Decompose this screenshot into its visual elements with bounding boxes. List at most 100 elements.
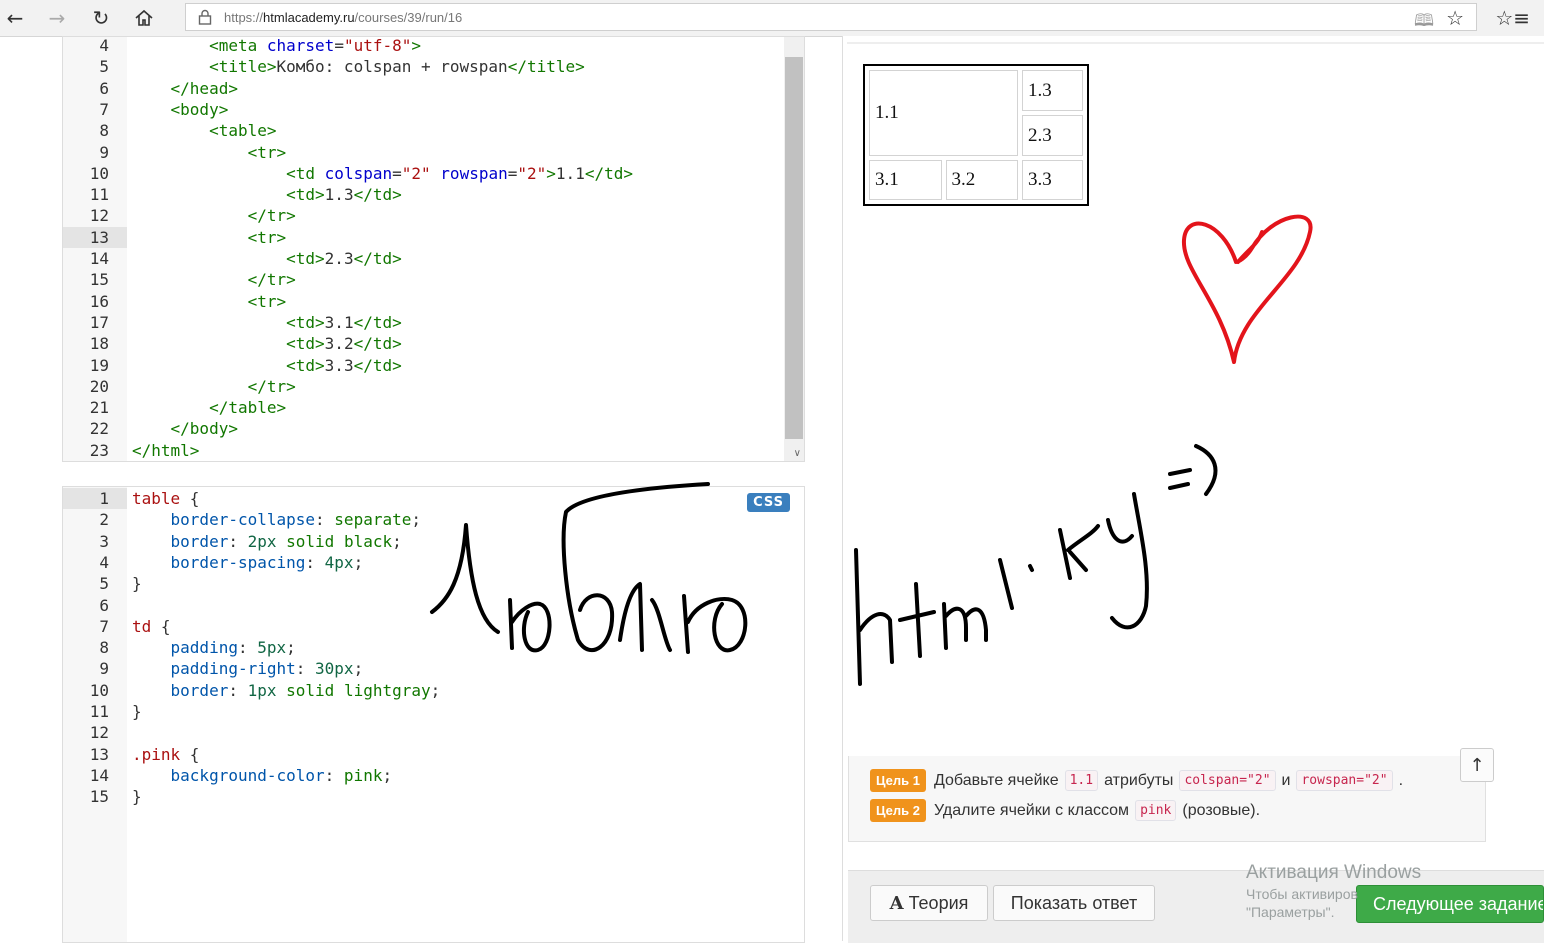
code-line[interactable]: 9 <tr> [63, 142, 804, 163]
scroll-up-button[interactable]: ↑ [1460, 748, 1494, 782]
code-text: <td>2.3</td> [286, 249, 402, 268]
code-line[interactable]: 12 [63, 722, 804, 743]
code-line[interactable]: 21 </table> [63, 397, 804, 418]
back-icon[interactable]: ← [2, 5, 28, 31]
code-line[interactable]: 6 </head> [63, 78, 804, 99]
code-text: } [132, 702, 142, 721]
code-line[interactable]: 3 border: 2px solid black; [63, 531, 804, 552]
code-line[interactable]: 16 <tr> [63, 291, 804, 312]
code-line[interactable]: 13 .pink { [63, 744, 804, 765]
code-text: border-spacing: 4px; [170, 552, 364, 572]
code-line[interactable]: 4 <meta charset="utf-8"> [63, 37, 804, 56]
code-text: <tr> [247, 291, 287, 311]
code-line[interactable]: 20 </tr> [63, 376, 804, 397]
code-line[interactable]: 7 <body> [63, 99, 804, 120]
line-number: 1 [99, 489, 109, 508]
line-number: 16 [89, 291, 109, 311]
code-line[interactable]: 10 border: 1px solid lightgray; [63, 680, 804, 701]
code-line[interactable]: 5 <title>Комбо: colspan + rowspan</title… [63, 56, 804, 77]
code-line[interactable]: 6 [63, 595, 804, 616]
line-number: 13 [89, 744, 109, 764]
favorites-hub-icon[interactable]: ☆≡ [1495, 6, 1530, 30]
line-number: 10 [89, 163, 109, 183]
code-line[interactable]: 14 <td>2.3</td> [63, 248, 804, 269]
code-text: <body> [170, 99, 229, 119]
arrow-up-icon: ↑ [1469, 754, 1485, 776]
line-number: 23 [89, 440, 109, 460]
line-number: 14 [89, 249, 109, 268]
address-bar[interactable]: https://htmlacademy.ru/courses/39/run/16… [185, 3, 1477, 31]
code-line[interactable]: 13 <tr> [63, 226, 804, 248]
code-line[interactable]: 23 </html> [63, 440, 804, 461]
code-line[interactable]: 10 <td colspan="2" rowspan="2">1.1</td> [63, 163, 804, 184]
code-snippet: colspan="2" [1179, 770, 1276, 791]
line-number: 4 [99, 552, 109, 572]
task-text: атрибуты [1104, 771, 1174, 789]
code-text: border: 2px solid black; [170, 531, 402, 551]
show-answer-button[interactable]: Показать ответ [993, 885, 1155, 921]
line-number: 12 [89, 206, 109, 226]
code-text: </tr> [247, 206, 296, 226]
code-line[interactable]: 7 td { [63, 616, 804, 637]
css-editor[interactable]: 1 table {2 border-collapse: separate; 3 bo… [62, 486, 805, 943]
url-text: https://htmlacademy.ru/courses/39/run/16 [224, 10, 463, 25]
code-line[interactable]: 18 <td>3.2</td> [63, 333, 804, 354]
scroll-down-arrow-icon[interactable]: ∨ [794, 448, 801, 459]
code-text: </body> [170, 419, 238, 439]
code-line[interactable]: 15} [63, 786, 804, 807]
theory-button[interactable]: A Теория [870, 885, 988, 921]
code-text: border: 1px solid lightgray; [170, 680, 441, 700]
line-number: 9 [99, 142, 109, 162]
code-line[interactable]: 2 border-collapse: separate; [63, 509, 804, 530]
code-line[interactable]: 9 padding-right: 30px; [63, 658, 804, 679]
task-text: (розовые). [1182, 801, 1261, 819]
code-line[interactable]: 22 </body> [63, 418, 804, 439]
code-snippet: 1.1 [1064, 770, 1099, 791]
code-line[interactable]: 15 </tr> [63, 269, 804, 290]
action-bar: A Теория Показать ответ Следующее задани… [848, 870, 1544, 943]
line-number: 7 [99, 99, 109, 119]
code-text: padding-right: 30px; [170, 659, 364, 679]
line-number: 15 [89, 270, 109, 290]
code-line[interactable]: 19 <td>3.3</td> [63, 355, 804, 376]
cell-1-1: 1.1 [869, 70, 1018, 156]
line-number: 20 [89, 376, 109, 396]
line-number: 5 [99, 57, 109, 77]
code-line[interactable]: 8 padding: 5px; [63, 637, 804, 658]
line-number: 3 [99, 531, 109, 551]
line-number: 11 [89, 185, 109, 205]
html-editor[interactable]: 4 <meta charset="utf-8"> 5 <title>Комбо: … [62, 36, 805, 462]
code-line[interactable]: 8 <table> [63, 120, 804, 141]
refresh-icon[interactable]: ↻ [88, 5, 114, 31]
line-number: 6 [99, 595, 109, 615]
code-text: <td>3.2</td> [286, 334, 402, 354]
theory-label: Теория [908, 892, 969, 913]
reading-view-icon[interactable]: 🕮 [1414, 8, 1434, 37]
line-number: 19 [89, 355, 109, 375]
code-text: <tr> [247, 227, 287, 247]
browser-toolbar: ← → ↻ https://htmlacademy.ru/courses/39/… [0, 0, 1544, 37]
html-editor-scrollbar[interactable]: ∨ [784, 37, 804, 461]
line-number: 7 [99, 616, 109, 636]
cell-2-3: 2.3 [1022, 115, 1083, 156]
home-icon[interactable] [131, 5, 157, 31]
favorite-star-icon[interactable]: ☆ [1446, 6, 1464, 30]
code-line[interactable]: 1 table { [63, 488, 804, 509]
scrollbar-thumb[interactable] [785, 57, 803, 439]
code-text: </tr> [247, 376, 296, 396]
cell-1-3: 1.3 [1022, 70, 1083, 111]
code-line[interactable]: 12 </tr> [63, 205, 804, 226]
code-line[interactable]: 5} [63, 573, 804, 594]
task-text: . [1398, 771, 1404, 789]
code-text: padding: 5px; [170, 638, 296, 658]
forward-icon[interactable]: → [44, 5, 70, 31]
result-table: 1.1 1.3 2.3 3.1 3.2 3.3 [863, 64, 1089, 206]
code-line[interactable]: 11 <td>1.3</td> [63, 184, 804, 205]
task-2: Цель 2 Удалите ячейки с классом pink (ро… [870, 799, 1260, 822]
code-line[interactable]: 4 border-spacing: 4px; [63, 552, 804, 573]
code-line[interactable]: 11} [63, 701, 804, 722]
code-text: <title>Комбо: colspan + rowspan</title> [209, 57, 585, 77]
code-snippet: rowspan="2" [1296, 770, 1393, 791]
code-line[interactable]: 17 <td>3.1</td> [63, 312, 804, 333]
code-line[interactable]: 14 background-color: pink; [63, 765, 804, 786]
